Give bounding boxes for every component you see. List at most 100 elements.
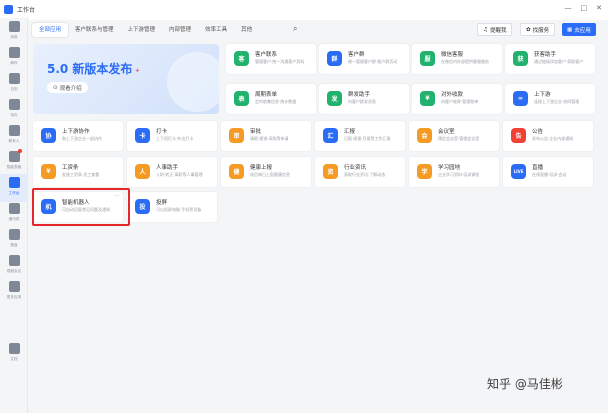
app-card[interactable]: 服微信客服 在微信内外部提供客服服务 xyxy=(412,44,502,74)
sidebar-item[interactable]: 邮件 xyxy=(0,44,28,72)
app-card[interactable]: 资行业资讯 获取行业资讯·了解动态 xyxy=(315,157,405,187)
app-card[interactable]: 学学习园地 企业学习资料·培训课程 xyxy=(409,157,499,187)
watermark: 知乎 @马佳彬 xyxy=(487,377,563,391)
app-card[interactable]: 会会议室 预定会议室·管理会议室 xyxy=(409,121,499,151)
sidebar-item-label: 联系人 xyxy=(8,138,20,143)
sidebar-item-label: 消息 xyxy=(10,34,18,39)
app-name: 上下游协作 xyxy=(62,129,90,135)
todo-icon xyxy=(8,99,20,110)
app-card[interactable]: 客客户联系 管理客户·统一沟通客户资料 xyxy=(226,44,316,74)
minimize-icon[interactable]: — xyxy=(565,4,572,12)
app-icon: 投 xyxy=(135,199,150,214)
doc-icon xyxy=(8,343,20,354)
app-card[interactable]: 人人事助手 入职·转正·离职等人事管理 xyxy=(127,157,217,187)
highlight-box xyxy=(32,188,130,226)
sidebar-item-label: 智能表格 xyxy=(6,164,22,169)
sidebar-item[interactable]: 待办 xyxy=(0,96,28,124)
app-icon: 服 xyxy=(420,51,435,66)
app-name: 工资条 xyxy=(62,165,79,171)
app-card[interactable]: 卡打卡 上下班打卡·外出打卡 xyxy=(127,121,217,151)
sidebar-item[interactable]: 日历 xyxy=(0,70,28,98)
app-card[interactable]: 发群发助手 向客户群发消息 xyxy=(319,84,409,114)
app-logo-icon xyxy=(4,4,13,14)
app-description: 向客户收款·管理账单 xyxy=(441,99,479,104)
tab[interactable]: 上下游管理 xyxy=(121,23,163,37)
app-card[interactable]: 健健康上报 成员每日上报健康信息 xyxy=(221,157,311,187)
sidebar-item-label: 工作台 xyxy=(8,190,20,195)
sidebar-item[interactable]: 工作台 xyxy=(0,174,28,202)
release-banner[interactable]: 5.0 新版本发布 ✦ ⊙ 观看介绍 xyxy=(33,44,219,114)
app-card[interactable]: ¥ 对外收款 向客户收款·管理账单 xyxy=(412,84,502,114)
app-card[interactable]: 汇汇报 日报·周报·月报等工作汇报 xyxy=(315,121,405,151)
use-app-label: 去应用 xyxy=(574,27,591,34)
app-description: 和上下游企业一起协作 xyxy=(62,136,102,141)
sidebar-item[interactable]: 文档 xyxy=(0,340,28,368)
app-card[interactable]: 群客户群 统一管理客户群·客户群活动 xyxy=(319,44,409,74)
app-icon: 人 xyxy=(135,164,150,179)
service-button[interactable]: ✿ 找服务 xyxy=(520,23,556,36)
app-name: 审批 xyxy=(250,129,262,135)
contacts-icon xyxy=(8,125,20,136)
sidebar-item-label: 邮件 xyxy=(10,60,18,65)
sidebar-item[interactable]: 通讯录 xyxy=(0,200,28,228)
app-icon: 发 xyxy=(327,91,342,106)
sidebar-item[interactable]: 更多应用 xyxy=(0,278,28,306)
app-card[interactable]: 审审批 请假·报销·采购等申请 xyxy=(221,121,311,151)
app-card[interactable]: 表周期表单 定时收集信息·统计数据 xyxy=(226,84,316,114)
sidebar-item[interactable]: 智能表格 xyxy=(0,148,28,176)
app-icon: 健 xyxy=(229,164,244,179)
app-name: 行业资讯 xyxy=(344,165,367,171)
app-icon: 客 xyxy=(234,51,249,66)
app-icon: 资 xyxy=(323,164,338,179)
watch-intro-button[interactable]: ⊙ 观看介绍 xyxy=(47,82,88,93)
use-app-button[interactable]: ▦ 去应用 xyxy=(562,23,596,36)
app-icon: LIVE xyxy=(511,164,526,179)
tab[interactable]: 客户联系与管理 xyxy=(68,23,121,37)
app-name: 人事助手 xyxy=(156,165,179,171)
sidebar-item[interactable]: 联系人 xyxy=(0,122,28,150)
app-icon: 卡 xyxy=(135,128,150,143)
window-title: 工作台 xyxy=(17,6,36,14)
play-icon: ⊙ xyxy=(53,84,58,91)
app-icon: 告 xyxy=(511,128,526,143)
sidebar-item-label: 视频会议 xyxy=(6,268,22,273)
app-description: 发放工资条·员工查看 xyxy=(62,172,100,177)
watch-intro-label: 观看介绍 xyxy=(59,85,82,92)
app-icon: 汇 xyxy=(323,128,338,143)
sidebar: 消息邮件日历待办联系人智能表格工作台通讯录 微盘视频会议更多应用文档 xyxy=(0,18,28,413)
app-card[interactable]: ∞ 上下游 连接上下游企业·协同管理 xyxy=(505,84,595,114)
app-description: 连接上下游企业·协同管理 xyxy=(534,99,580,104)
close-icon[interactable]: ✕ xyxy=(596,4,602,12)
helper-button[interactable]: ♫ 提醒我 xyxy=(477,23,513,36)
maximize-icon[interactable]: □ xyxy=(581,4,588,12)
app-icon: 审 xyxy=(229,128,244,143)
app-icon: 协 xyxy=(41,128,56,143)
app-card[interactable]: 告公告 发布公告·企业内部通知 xyxy=(503,121,593,151)
app-icon: 获 xyxy=(513,51,528,66)
drive-icon xyxy=(8,229,20,240)
sidebar-item[interactable]: 微盘 xyxy=(0,226,28,254)
grid-icon: ▦ xyxy=(567,26,573,33)
sidebar-item[interactable]: 消息 xyxy=(0,18,28,46)
app-description: 统一管理客户群·客户群活动 xyxy=(348,59,398,64)
app-card[interactable]: LIVE 直播 在线直播·培训·会议 xyxy=(503,157,593,187)
sidebar-item[interactable]: 视频会议 xyxy=(0,252,28,280)
app-description: 在线直播·培训·会议 xyxy=(532,172,567,177)
app-card[interactable]: 投投屏 可以投屏电脑·手机等设备 xyxy=(127,192,217,222)
chat-icon xyxy=(8,21,20,32)
grid-icon xyxy=(8,177,20,188)
search-icon[interactable]: ⌕ xyxy=(293,24,297,34)
app-card[interactable]: ¥ 工资条 发放工资条·员工查看 xyxy=(33,157,123,187)
tab[interactable]: 内部管理 xyxy=(162,23,198,37)
app-name: 获客助手 xyxy=(534,52,557,58)
app-name: 客户群 xyxy=(348,52,365,58)
apps-icon xyxy=(8,281,20,292)
tab[interactable]: 全部应用 xyxy=(32,23,69,37)
app-card[interactable]: 获获客助手 通过链接添加客户·获取客户 xyxy=(505,44,595,74)
sidebar-item-label: 待办 xyxy=(10,112,18,117)
app-name: 汇报 xyxy=(344,129,356,135)
tab[interactable]: 其他 xyxy=(234,23,259,37)
video-icon xyxy=(8,255,20,266)
app-card[interactable]: 协上下游协作 和上下游企业一起协作 xyxy=(33,121,123,151)
tab[interactable]: 效率工具 xyxy=(198,23,234,37)
